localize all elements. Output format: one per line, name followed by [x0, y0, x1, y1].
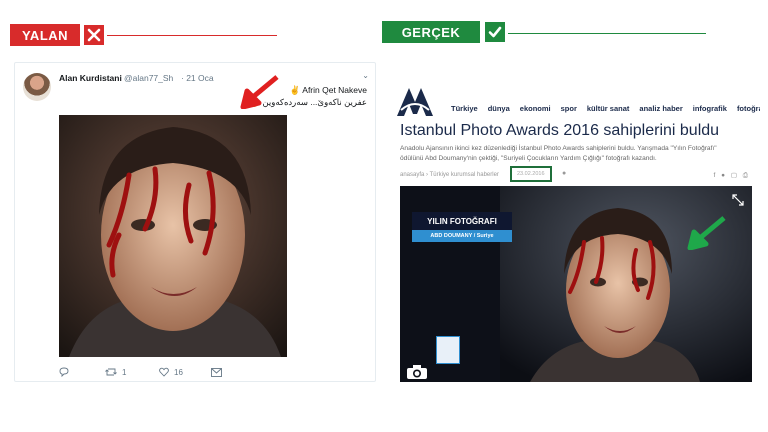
retweet-icon — [105, 368, 117, 376]
reply-icon — [59, 367, 69, 377]
message-button[interactable] — [211, 367, 222, 377]
nav-dunya[interactable]: dünya — [488, 104, 510, 113]
heart-icon — [159, 367, 169, 377]
like-count: 16 — [174, 367, 183, 377]
nav-fotograf[interactable]: fotoğraf — [737, 104, 760, 113]
nav-spor[interactable]: spor — [561, 104, 577, 113]
x-mark-icon — [84, 25, 104, 45]
article-headline: Istanbul Photo Awards 2016 sahiplerini b… — [400, 122, 720, 139]
article-date: 23.02.2016 — [517, 171, 545, 177]
retweet-button[interactable]: 1 — [105, 367, 159, 377]
tweet-text-line1: ✌ Afrin Qet Nakeve — [289, 85, 367, 95]
tweet-date[interactable]: · 21 Oca — [181, 73, 214, 83]
aa-nav: Türkiye dünya ekonomi spor kültür sanat … — [451, 104, 760, 113]
article-body-line2: ödülünü Abd Doumany'nin çektiği, "Suriye… — [400, 155, 657, 162]
share-icons[interactable]: f ● ▢ ⎙ — [714, 171, 751, 180]
like-button[interactable]: 16 — [159, 367, 211, 377]
nav-ekonomi[interactable]: ekonomi — [520, 104, 551, 113]
nav-turkiye[interactable]: Türkiye — [451, 104, 478, 113]
fake-verdict-label: YALAN — [10, 24, 80, 46]
tweet-card: Alan Kurdistani @alan77_Sh · 21 Oca ⌄ ✌ … — [14, 62, 376, 382]
retweet-count: 1 — [122, 367, 127, 377]
check-mark-icon — [485, 22, 505, 42]
article-breadcrumb[interactable]: anasayfa › Türkiye kurumsal haberler — [400, 172, 499, 178]
tweet-handle[interactable]: @alan77_Sh — [124, 73, 173, 83]
chevron-down-icon[interactable]: ⌄ — [362, 71, 369, 80]
tweet-actions: 1 16 — [59, 365, 279, 379]
istanbul-photo-awards-logo — [436, 336, 460, 364]
bloodied-boy-photo[interactable] — [59, 115, 287, 357]
person-icon: ● — [562, 170, 567, 177]
red-arrow-icon — [240, 75, 279, 109]
aa-article: Türkiye dünya ekonomi spor kültür sanat … — [392, 70, 760, 386]
tweet-author-name[interactable]: Alan Kurdistani — [59, 73, 122, 83]
award-title-label: YILIN FOTOĞRAFI — [412, 212, 512, 230]
aa-logo-icon[interactable] — [395, 84, 435, 118]
expand-icon[interactable] — [732, 194, 744, 206]
nav-analiz-haber[interactable]: analiz haber — [639, 104, 682, 113]
article-body-line1: Anadolu Ajansının ikinci kez düzenlediği… — [400, 145, 717, 152]
true-divider — [508, 33, 706, 34]
award-photographer-label: ABD DOUMANY / Suriye — [412, 230, 512, 242]
avatar[interactable] — [23, 73, 51, 101]
article-photo[interactable]: YILIN FOTOĞRAFI ABD DOUMANY / Suriye — [400, 186, 752, 382]
camera-icon[interactable] — [406, 364, 428, 380]
green-arrow-icon — [687, 216, 726, 250]
nav-kultur-sanat[interactable]: kültür sanat — [587, 104, 630, 113]
envelope-icon — [211, 367, 222, 377]
reply-button[interactable] — [59, 367, 105, 377]
nav-infografik[interactable]: infografik — [693, 104, 727, 113]
fake-divider — [107, 35, 277, 36]
true-verdict-label: GERÇEK — [382, 21, 480, 43]
